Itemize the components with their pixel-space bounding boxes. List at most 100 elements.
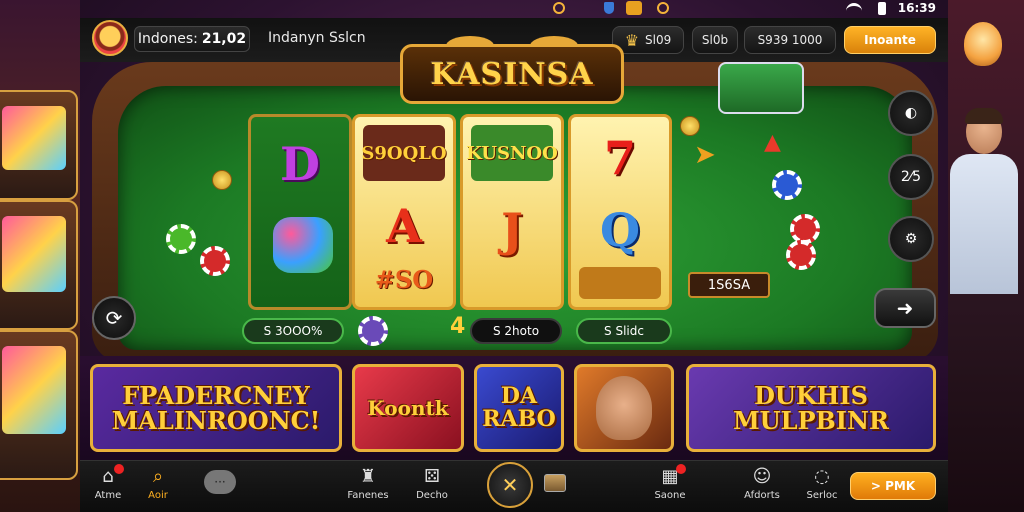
hint-button[interactable]: ◐ <box>888 90 934 136</box>
nav-slots[interactable]: ▦ Saone <box>640 464 700 501</box>
avatar[interactable] <box>92 20 128 56</box>
clock: 16:39 <box>897 1 936 15</box>
game-card[interactable]: DUKHIS MULPBINR <box>686 364 936 452</box>
record-icon <box>553 2 565 14</box>
game-card[interactable]: Koontk <box>352 364 464 452</box>
shield-icon <box>604 2 614 14</box>
game-card-title: FPADERCNEY MALINROONC! <box>111 380 321 435</box>
nav-label: Afdorts <box>744 490 780 501</box>
reel-tile: KUSNOO <box>466 125 558 181</box>
chip-decor <box>166 224 196 254</box>
bet-center[interactable]: S 2hoto <box>470 318 562 344</box>
notification-badge <box>114 464 124 474</box>
wifi-icon <box>846 3 862 13</box>
nav-search[interactable]: ⌕ Aoir <box>128 466 188 501</box>
chip-decor <box>790 214 820 244</box>
coin-decor <box>680 116 700 136</box>
cta-button[interactable]: > PMK <box>850 472 936 500</box>
x-icon: ✕ <box>501 473 519 497</box>
lightbulb-icon: ◐ <box>904 105 918 121</box>
slot-machine-decor <box>0 90 78 200</box>
reel-3: KUSNOO J <box>460 114 564 310</box>
reel-symbol: A <box>386 199 422 253</box>
game-card[interactable]: DA RABO <box>474 364 564 452</box>
nav-label: Atme <box>94 490 122 501</box>
coin-decor <box>212 170 232 190</box>
reel-symbol: KUSNOO <box>466 142 558 164</box>
nav-label: Saone <box>654 490 686 501</box>
clover-icon <box>273 217 333 273</box>
nav-dice[interactable]: ⚄ Decho <box>402 466 462 501</box>
chat-icon: ··· <box>214 475 226 489</box>
reel-4: 7 Q <box>568 114 672 310</box>
chip-decor <box>200 246 230 276</box>
dice-icon: ⚄ <box>424 466 440 487</box>
slot-machine-decor <box>0 330 78 480</box>
jackpot-button[interactable]: S939 1000 <box>744 26 836 54</box>
odds-label: 2⁄5 <box>900 169 922 185</box>
donate-button[interactable]: Inoante <box>844 26 936 54</box>
slot-machine-decor <box>0 200 78 330</box>
refresh-icon: ⟳ <box>105 306 123 330</box>
arrow-decor: ▲ <box>764 130 781 155</box>
message-icon: ◌ <box>814 466 830 487</box>
settings-button[interactable]: ⚙ <box>888 216 934 262</box>
balance-button[interactable]: Sl0b <box>692 26 738 54</box>
nav-accounts[interactable]: ☺ Afdorts <box>732 466 792 501</box>
main-play-button[interactable]: ✕ <box>487 462 533 508</box>
search-icon: ⌕ <box>152 466 164 487</box>
logo-text: KASINSA <box>430 56 594 92</box>
chip-decor <box>772 170 802 200</box>
nav-towers[interactable]: ♜ Fanenes <box>338 466 398 501</box>
trophy-button-label: Sl09 <box>645 33 672 47</box>
bet-left[interactable]: S 3OOO% <box>242 318 344 344</box>
odds-button[interactable]: 2⁄5 <box>888 154 934 200</box>
user-value: 21,02 <box>201 31 247 47</box>
arrow-decor: ➤ <box>694 140 716 170</box>
chip-decor <box>786 240 816 270</box>
card-deck-decor <box>718 62 804 114</box>
bet-multiplier: 4 <box>450 314 466 339</box>
reel-symbol: D <box>280 137 320 191</box>
reel-symbol: 7 <box>603 131 636 185</box>
game-card[interactable] <box>574 364 674 452</box>
bet-right[interactable]: S Slidc <box>576 318 672 344</box>
reel-1: D <box>248 114 352 310</box>
nav-label: Fanenes <box>347 490 389 501</box>
user-balance-pill[interactable]: Indones: 21,02 <box>134 26 250 52</box>
chat-button[interactable]: ··· <box>204 470 236 494</box>
nav-messages[interactable]: ◌ Serloc <box>792 466 852 501</box>
game-card[interactable]: FPADERCNEY MALINROONC! <box>90 364 342 452</box>
gear-icon: ⚙ <box>904 231 918 247</box>
right-decor <box>948 0 1024 512</box>
reel-2: S9OQLO A #SO <box>352 114 456 310</box>
reel-symbol: Q <box>599 203 641 257</box>
slot-icon: ▦ <box>661 466 679 487</box>
lamp-decor <box>964 22 1002 66</box>
game-card-title: Koontk <box>367 395 449 420</box>
reel-symbol: J <box>501 203 523 257</box>
user-icon: ☺ <box>752 466 772 487</box>
game-card-title: DUKHIS MULPBINR <box>733 380 889 435</box>
nav-label: Serloc <box>806 490 838 501</box>
reel-tile: S9OQLO <box>361 125 447 181</box>
table-value-label: 1S6SA <box>688 272 770 298</box>
trophy-icon: ♛ <box>624 30 640 50</box>
record-icon <box>657 2 669 14</box>
cards-icon[interactable] <box>544 474 566 492</box>
reel-symbol: #SO <box>374 265 434 294</box>
game-logo: KASINSA <box>400 44 624 104</box>
chip-decor <box>358 316 388 346</box>
game-app-icon <box>626 1 642 15</box>
reel-symbol: S9OQLO <box>361 142 447 164</box>
notification-badge <box>676 464 686 474</box>
tower-icon: ♜ <box>359 466 377 487</box>
header-title: Indanyn Sslcn <box>268 30 366 46</box>
refresh-button[interactable]: ⟳ <box>92 296 136 340</box>
nav-label: Decho <box>416 490 448 501</box>
nav-label: Aoir <box>148 490 168 501</box>
next-button[interactable]: ➜ <box>874 288 936 328</box>
left-decor <box>0 0 80 512</box>
user-name: Indones: <box>137 31 198 47</box>
dealer-figure <box>948 108 1018 294</box>
